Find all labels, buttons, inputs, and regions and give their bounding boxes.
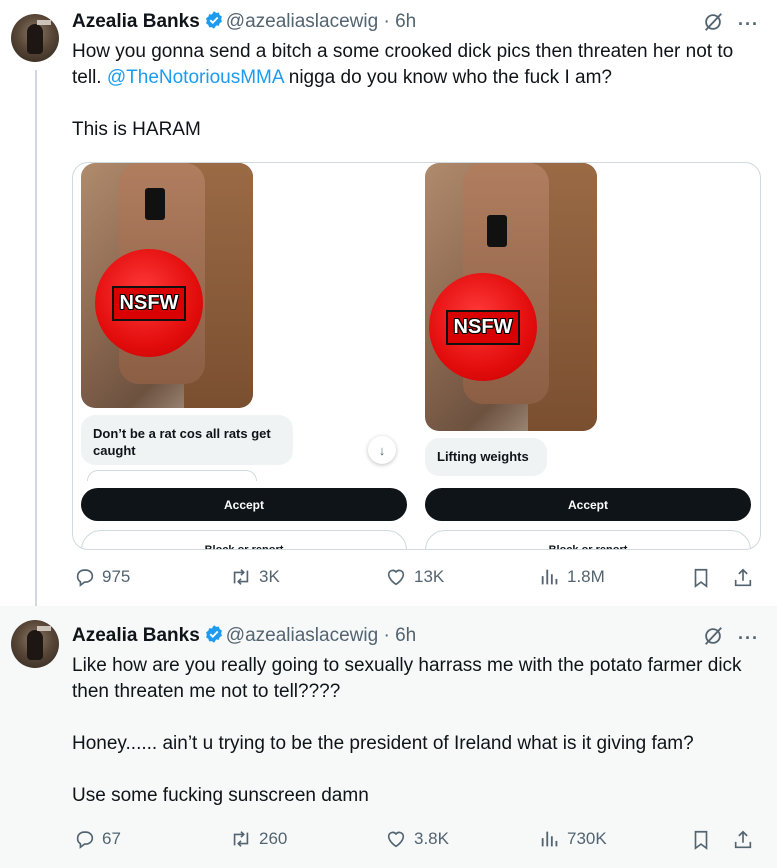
- separator-dot: ·: [383, 11, 390, 32]
- repost-button[interactable]: 3K: [229, 566, 280, 588]
- views-count: 730K: [567, 829, 607, 848]
- reply-button[interactable]: 67: [74, 828, 121, 850]
- tweet-1[interactable]: Azealia Banks @azealiaslacewig · 6h ··· H…: [0, 0, 777, 606]
- share-group: [690, 566, 754, 595]
- repost-icon: [229, 828, 253, 850]
- views-count: 1.8M: [567, 567, 605, 586]
- author-handle[interactable]: @azealiaslacewig: [226, 11, 378, 32]
- like-button[interactable]: 3.8K: [384, 828, 449, 850]
- views-button[interactable]: 730K: [539, 828, 607, 850]
- top-actions: ···: [702, 12, 759, 36]
- accept-button-left[interactable]: Accept: [81, 488, 407, 521]
- reply-button[interactable]: 975: [74, 566, 130, 588]
- hidden-button-edge: [87, 470, 257, 481]
- like-count: 3.8K: [414, 829, 449, 848]
- grok-icon[interactable]: [702, 11, 724, 38]
- block-or-report-button-right[interactable]: Block or report: [425, 530, 751, 549]
- media-card[interactable]: NSFW Don’t be a rat cos all rats get cau…: [72, 162, 761, 550]
- separator-dot: ·: [383, 625, 390, 646]
- message-bubble-left: Don’t be a rat cos all rats get caught: [81, 415, 293, 465]
- share-group: [690, 828, 754, 857]
- tweet-header: Azealia Banks @azealiaslacewig · 6h: [72, 624, 416, 648]
- more-icon[interactable]: ···: [738, 628, 759, 649]
- author-name[interactable]: Azealia Banks: [72, 625, 200, 646]
- tweet-text: How you gonna send a bitch a some crooke…: [72, 39, 762, 143]
- repost-count: 260: [259, 829, 288, 848]
- text-part-2: nigga do you know who the fuck I am?: [283, 67, 612, 88]
- nsfw-badge-left: NSFW: [95, 249, 203, 357]
- repost-count: 3K: [259, 567, 280, 586]
- thread-line: [35, 70, 37, 606]
- author-name[interactable]: Azealia Banks: [72, 11, 200, 32]
- reply-icon: [74, 828, 96, 850]
- like-button[interactable]: 13K: [384, 566, 444, 588]
- action-bar: 67 260 3.8K 730K: [72, 828, 762, 854]
- grok-icon[interactable]: [702, 625, 724, 652]
- repost-button[interactable]: 260: [229, 828, 287, 850]
- avatar[interactable]: [11, 14, 59, 62]
- more-icon[interactable]: ···: [738, 14, 759, 35]
- tweet-header: Azealia Banks @azealiaslacewig · 6h: [72, 10, 416, 34]
- media-panel-left[interactable]: NSFW Don’t be a rat cos all rats get cau…: [73, 163, 407, 549]
- author-handle[interactable]: @azealiaslacewig: [226, 625, 378, 646]
- paragraph-3: Use some fucking sunscreen damn: [72, 785, 369, 806]
- tweet-2[interactable]: Azealia Banks @azealiaslacewig · 6h ··· L…: [0, 606, 777, 868]
- views-icon: [539, 566, 561, 588]
- tweet-text: Like how are you really going to sexuall…: [72, 653, 762, 809]
- top-actions: ···: [702, 626, 759, 650]
- paragraph-2: Honey...... ain’t u trying to be the pre…: [72, 733, 694, 754]
- bookmark-icon[interactable]: [690, 566, 712, 595]
- reply-count: 67: [102, 829, 121, 848]
- like-icon: [384, 566, 408, 588]
- bookmark-icon[interactable]: [690, 828, 712, 857]
- share-icon[interactable]: [732, 566, 754, 595]
- timestamp[interactable]: 6h: [395, 11, 416, 32]
- accept-button-right[interactable]: Accept: [425, 488, 751, 521]
- paragraph-1: Like how are you really going to sexuall…: [72, 655, 742, 702]
- scroll-down-arrow-icon[interactable]: ↓: [368, 436, 396, 464]
- nsfw-badge-right: NSFW: [429, 273, 537, 381]
- action-bar: 975 3K 13K 1.8M: [72, 566, 762, 592]
- timestamp[interactable]: 6h: [395, 625, 416, 646]
- text-line-2: This is HARAM: [72, 119, 201, 140]
- views-icon: [539, 828, 561, 850]
- like-icon: [384, 828, 408, 850]
- repost-icon: [229, 566, 253, 588]
- block-or-report-button-left[interactable]: Block or report: [81, 530, 407, 549]
- like-count: 13K: [414, 567, 445, 586]
- verified-badge-icon: [204, 624, 224, 651]
- mention-link[interactable]: @TheNotoriousMMA: [107, 67, 284, 88]
- views-button[interactable]: 1.8M: [539, 566, 605, 588]
- reply-icon: [74, 566, 96, 588]
- share-icon[interactable]: [732, 828, 754, 857]
- media-panel-right[interactable]: NSFW Lifting weights Accept Block or rep…: [417, 163, 751, 549]
- reply-count: 975: [102, 567, 131, 586]
- message-bubble-right: Lifting weights: [425, 438, 547, 476]
- avatar[interactable]: [11, 620, 59, 668]
- verified-badge-icon: [204, 10, 224, 37]
